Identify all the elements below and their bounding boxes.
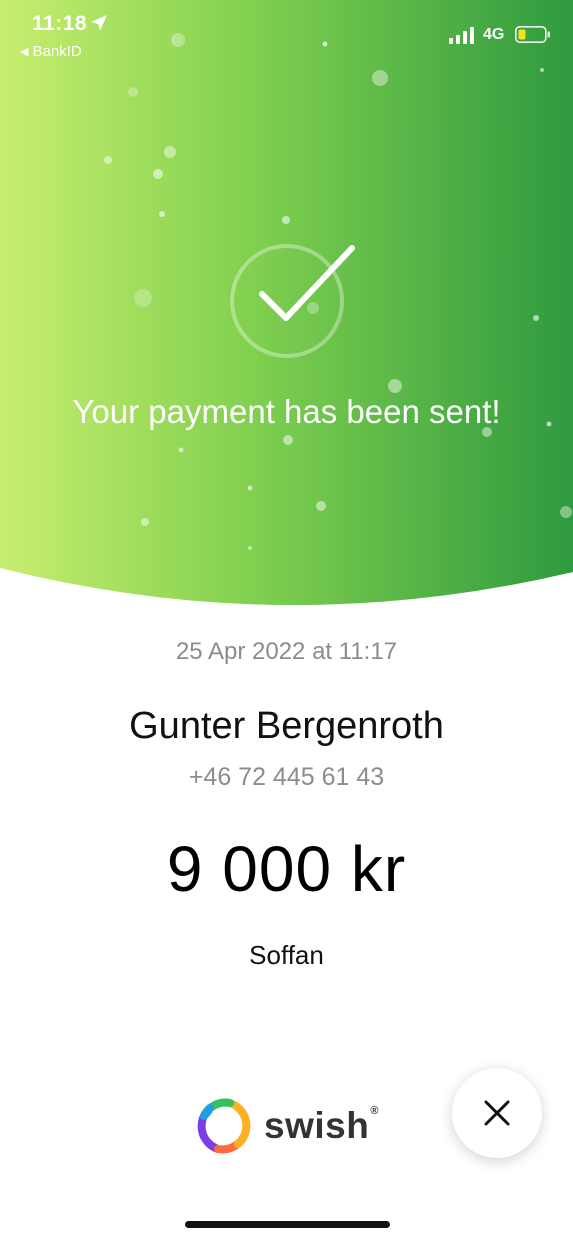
payment-amount: 9 000 kr: [166, 833, 407, 905]
back-app-label: BankID: [32, 43, 82, 60]
location-arrow-icon: [91, 15, 107, 31]
back-triangle-icon: ◀: [20, 46, 29, 58]
status-bar: 11:18 ◀ BankID 4G: [0, 0, 573, 70]
battery-icon: [515, 26, 550, 43]
recipient-phone: +46 72 445 61 43: [188, 763, 385, 791]
registered-mark: ®: [370, 1105, 379, 1117]
home-indicator[interactable]: [185, 1221, 390, 1228]
confirmation-header: 11:18 ◀ BankID 4G Your payment has been …: [0, 0, 573, 610]
cellular-signal-icon: [449, 27, 474, 44]
swish-wordmark: swish®: [264, 1105, 379, 1147]
payment-sent-message: Your payment has been sent!: [72, 393, 501, 430]
payment-message: Soffan: [249, 940, 324, 970]
success-checkmark-icon: [230, 244, 355, 358]
back-to-app-link[interactable]: ◀ BankID: [20, 43, 82, 60]
close-button[interactable]: [452, 1068, 542, 1158]
network-type: 4G: [483, 26, 505, 43]
status-time: 11:18: [32, 12, 88, 35]
payment-date: 25 Apr 2022 at 11:17: [175, 638, 398, 665]
swish-logo: swish®: [196, 1098, 379, 1154]
close-icon: [484, 1100, 510, 1126]
swish-logo-icon: [197, 1098, 251, 1154]
recipient-name: Gunter Bergenroth: [129, 705, 444, 747]
swish-brand-name: swish: [264, 1105, 370, 1146]
